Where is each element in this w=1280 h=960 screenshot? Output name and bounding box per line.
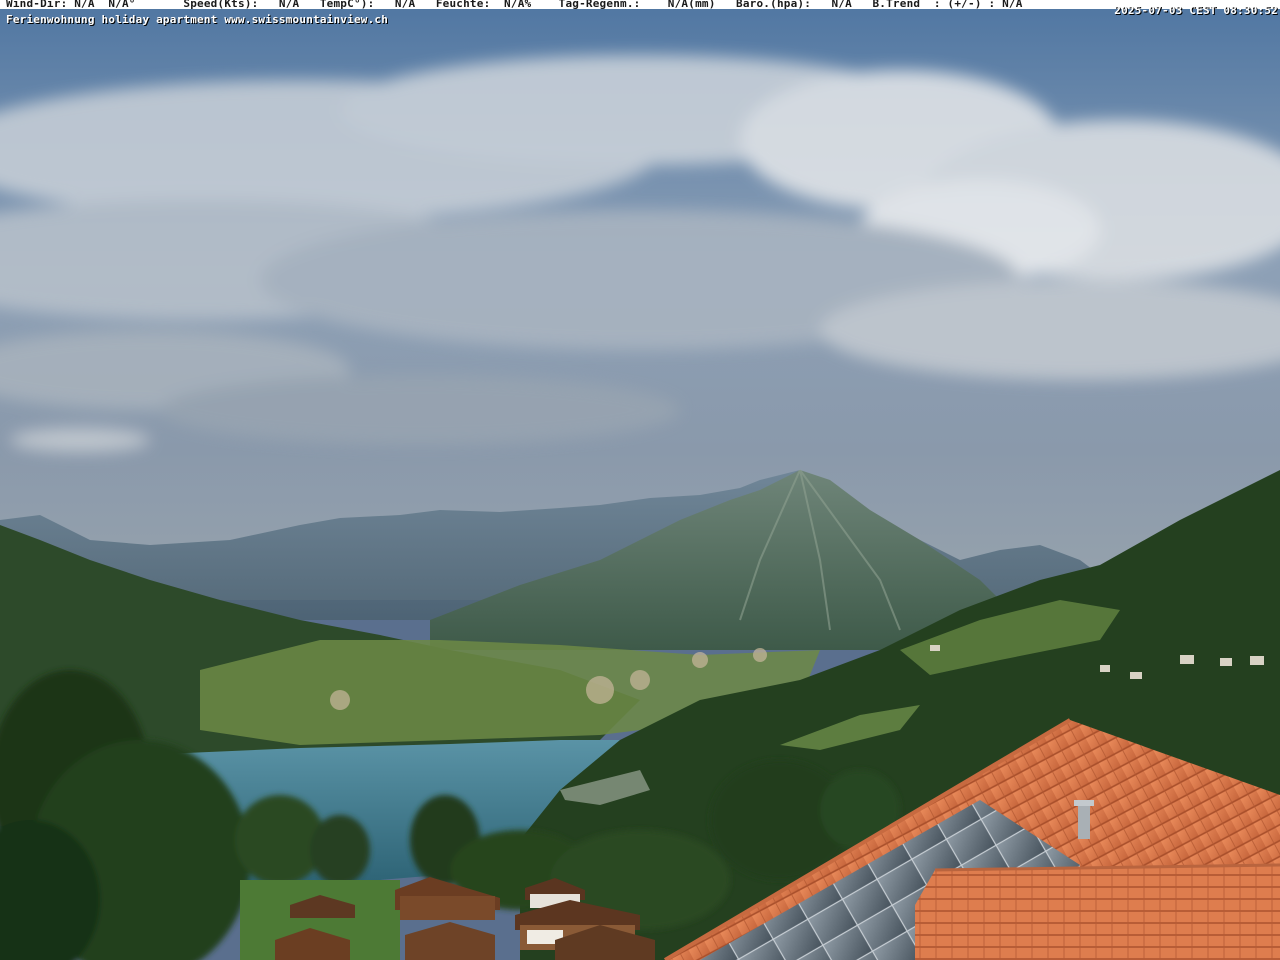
webcam-frame: Wind-Dir: N/A N/A° Speed(Kts): N/A TempC… [0,0,1280,960]
weather-status-bar: Wind-Dir: N/A N/A° Speed(Kts): N/A TempC… [0,0,1280,10]
timestamp: 2025-07-03 CEST 08:30:52 [1114,4,1278,17]
landscape-photo [0,0,1280,960]
caption-text: Ferienwohnung holiday apartment www.swis… [6,13,389,26]
weather-readout: Wind-Dir: N/A N/A° Speed(Kts): N/A TempC… [6,0,1023,10]
